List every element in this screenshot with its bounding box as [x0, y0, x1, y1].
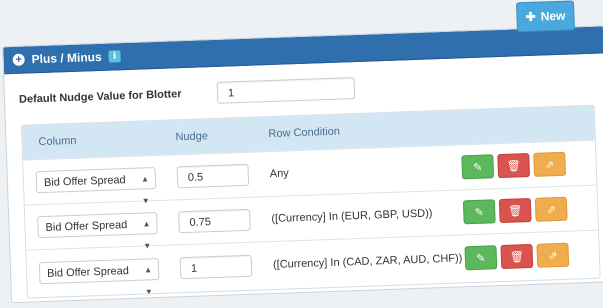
delete-button[interactable]: 🗑 [500, 243, 534, 270]
column-select[interactable]: Bid Offer Spread ▲ ▼ [37, 212, 158, 251]
column-select-value: Bid Offer Spread [46, 265, 130, 280]
delete-button[interactable]: 🗑 [498, 197, 532, 224]
trash-icon: 🗑 [506, 159, 521, 173]
nudge-input[interactable]: 0.5 [176, 163, 250, 189]
panel-header: + Plus / Minus i [3, 26, 603, 75]
delete-button[interactable]: 🗑 [497, 153, 531, 179]
share-button[interactable]: ⇗ [534, 196, 568, 222]
column-select-value: Bid Offer Spread [43, 174, 126, 189]
header-column: Column [38, 134, 77, 149]
column-select[interactable]: Bid Offer Spread ▲ ▼ [38, 257, 160, 296]
edit-icon: ✎ [474, 206, 485, 219]
caret-updown-icon: ▲ ▼ [140, 174, 150, 206]
new-button[interactable]: ✚ New [515, 0, 575, 33]
column-select-value: Bid Offer Spread [45, 219, 128, 234]
plus-minus-panel: + Plus / Minus i Default Nudge Value for… [2, 25, 603, 304]
row-condition: Any [269, 167, 289, 181]
plus-circle-icon[interactable]: + [12, 53, 25, 66]
header-nudge: Nudge [175, 130, 209, 144]
row-condition: ([Currency] In (CAD, ZAR, AUD, CHF)) [272, 252, 463, 272]
edit-button[interactable]: ✎ [464, 245, 498, 271]
default-nudge-input[interactable]: 1 [216, 77, 356, 104]
trash-icon: 🗑 [508, 204, 523, 218]
trash-icon: 🗑 [509, 250, 525, 264]
nudge-grid: Column Nudge Row Condition Bid Offer Spr… [20, 104, 601, 299]
new-button-label: New [540, 8, 566, 24]
share-icon: ⇗ [548, 249, 558, 262]
panel-title: Plus / Minus [31, 49, 102, 67]
edit-button[interactable]: ✎ [462, 199, 496, 225]
default-nudge-row: Default Nudge Value for Blotter 1 [19, 77, 356, 111]
default-nudge-label: Default Nudge Value for Blotter [18, 88, 182, 106]
edit-icon: ✎ [472, 161, 483, 174]
edit-button[interactable]: ✎ [461, 154, 495, 180]
plus-icon: ✚ [525, 9, 536, 25]
nudge-input[interactable]: 0.75 [178, 208, 251, 234]
row-condition: ([Currency] In (EUR, GBP, USD)) [271, 207, 433, 226]
caret-updown-icon: ▲ ▼ [144, 265, 154, 297]
column-select[interactable]: Bid Offer Spread ▲ ▼ [35, 167, 157, 206]
header-row-condition: Row Condition [268, 125, 341, 141]
share-button[interactable]: ⇗ [533, 151, 567, 177]
caret-updown-icon: ▲ ▼ [142, 219, 152, 251]
edit-icon: ✎ [476, 252, 486, 265]
share-icon: ⇗ [544, 158, 555, 171]
share-icon: ⇗ [546, 203, 557, 216]
scene: ✚ New + Plus / Minus i Default Nudge Val… [0, 0, 603, 308]
info-icon[interactable]: i [108, 50, 121, 63]
nudge-input[interactable]: 1 [179, 254, 253, 280]
share-button[interactable]: ⇗ [536, 242, 570, 268]
